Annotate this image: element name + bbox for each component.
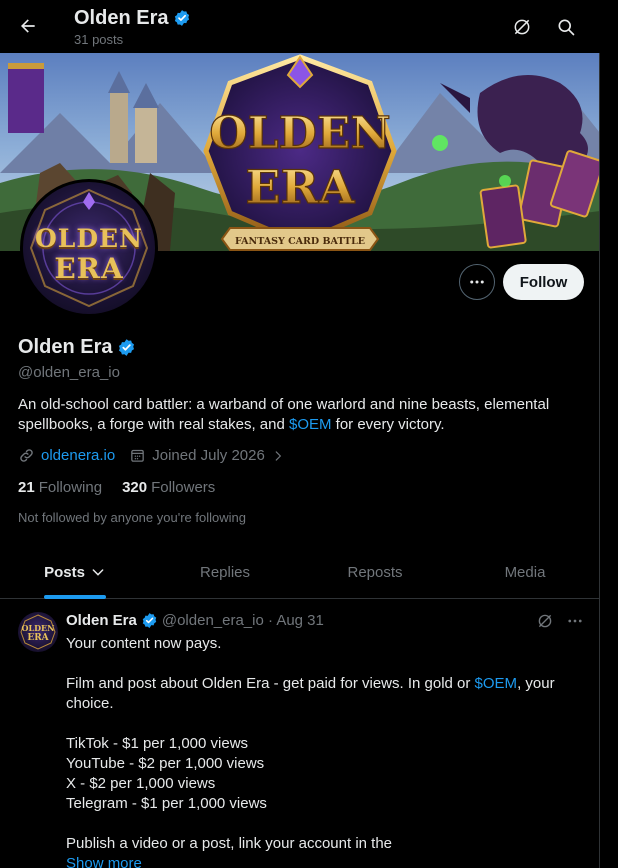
- followers-label: Followers: [151, 479, 216, 496]
- post-avatar[interactable]: OLDEN ERA: [18, 612, 58, 652]
- verified-badge-icon[interactable]: [117, 338, 136, 357]
- search-button[interactable]: [551, 12, 581, 42]
- avatar-text-1: OLDEN: [35, 224, 143, 253]
- tab-active-indicator: [44, 595, 106, 599]
- post-avatar-text-2: ERA: [27, 633, 49, 643]
- profile-handle: @olden_era_io: [18, 364, 120, 381]
- post-line: choice.: [66, 695, 114, 712]
- followers-count: 320: [122, 479, 148, 496]
- verified-badge-icon: [142, 613, 157, 628]
- tab-media-label: Media: [504, 563, 546, 581]
- profile-name-row: Olden Era: [18, 336, 136, 359]
- grok-icon: [514, 19, 530, 35]
- more-icon: [568, 619, 582, 623]
- banner-title-2: ERA: [246, 160, 356, 214]
- post-author-name[interactable]: Olden Era: [66, 612, 137, 629]
- post-line: Your content now pays.: [66, 635, 222, 652]
- tab-replies[interactable]: Replies: [150, 546, 300, 598]
- post-more-button[interactable]: [566, 612, 584, 635]
- avatar-image: OLDEN ERA: [23, 182, 155, 314]
- profile-avatar[interactable]: OLDEN ERA: [20, 179, 158, 317]
- more-icon: [470, 280, 484, 284]
- following-count: 21: [18, 479, 35, 496]
- followers-link[interactable]: 320 Followers: [122, 479, 215, 496]
- link-icon: [20, 449, 33, 462]
- website-link[interactable]: oldenera.io: [41, 447, 115, 464]
- following-label: Following: [38, 479, 103, 496]
- post-avatar-image: OLDEN ERA: [20, 614, 56, 650]
- show-more-link[interactable]: Show more: [66, 854, 586, 868]
- calendar-icon: [131, 449, 145, 462]
- profile-name: Olden Era: [18, 336, 113, 358]
- verified-badge-icon: [175, 10, 190, 26]
- post-blank: [66, 814, 586, 834]
- post-cashtag-link[interactable]: $OEM: [475, 675, 518, 692]
- profile-stats: 21 Following 320 Followers: [18, 479, 215, 496]
- header-title: Olden Era: [74, 5, 191, 31]
- post-line: Publish a video or a post, link your acc…: [66, 835, 393, 852]
- back-arrow-icon: [21, 19, 35, 33]
- column-divider: [599, 0, 600, 868]
- post-body[interactable]: Your content now pays. Film and post abo…: [66, 634, 586, 868]
- post-rate-line: YouTube - $2 per 1,000 views: [66, 755, 265, 772]
- post-line: Film and post about Olden Era - get paid…: [66, 674, 586, 694]
- banner-ribbon-text: FANTASY CARD BATTLE: [235, 236, 365, 247]
- not-followed-note: Not followed by anyone you're following: [18, 510, 246, 525]
- profile-bio: An old-school card battler: a warband of…: [18, 395, 588, 435]
- post-rate-line: Telegram - $1 per 1,000 views: [66, 795, 267, 812]
- follow-button[interactable]: Follow: [503, 264, 584, 300]
- tab-posts-label: Posts: [44, 563, 85, 581]
- post-blank: [66, 714, 586, 734]
- header-name: Olden Era: [74, 7, 169, 29]
- post-text: Film and post about Olden Era - get paid…: [66, 675, 475, 692]
- avatar-text-2: ERA: [54, 252, 124, 285]
- profile-meta: oldenera.io Joined July 2026: [18, 447, 285, 464]
- chevron-down-icon: [92, 569, 104, 576]
- tab-replies-label: Replies: [199, 563, 251, 581]
- bio-text: An old-school card battler: a warband of…: [18, 396, 550, 433]
- chevron-right-icon: [275, 450, 281, 461]
- post-actions-top: [536, 612, 584, 635]
- profile-page: Olden Era 31 posts FANTASY CARD BATTLE O…: [0, 0, 618, 868]
- header-post-count: 31 posts: [74, 32, 124, 47]
- joined-item[interactable]: Joined July 2026: [129, 447, 285, 464]
- post-rate-line: TikTok - $1 per 1,000 views: [66, 735, 249, 752]
- search-icon: [558, 19, 575, 36]
- banner-title-1: OLDEN: [209, 108, 390, 159]
- post-avatar-text-1: OLDEN: [22, 623, 55, 633]
- tab-media[interactable]: Media: [450, 546, 600, 598]
- grok-button[interactable]: [507, 12, 537, 42]
- post-header: Olden Era @olden_era_io · Aug 31: [66, 612, 324, 629]
- joined-date: Joined July 2026: [152, 447, 265, 464]
- bio-text-end: for every victory.: [331, 416, 445, 433]
- bio-cashtag-link[interactable]: $OEM: [289, 416, 332, 433]
- post-grok-button[interactable]: [536, 612, 554, 635]
- tab-reposts-label: Reposts: [347, 563, 403, 581]
- website-item: oldenera.io: [18, 447, 115, 464]
- tab-reposts[interactable]: Reposts: [300, 546, 450, 598]
- post-handle-date[interactable]: @olden_era_io · Aug 31: [162, 612, 324, 629]
- profile-tabs: Posts Replies Reposts Media: [0, 546, 600, 599]
- more-options-button[interactable]: [459, 264, 495, 300]
- post-text: , your: [517, 675, 555, 692]
- post-rate-line: X - $2 per 1,000 views: [66, 775, 216, 792]
- back-button[interactable]: [12, 10, 44, 42]
- top-bar: Olden Era 31 posts: [0, 0, 600, 53]
- following-link[interactable]: 21 Following: [18, 479, 102, 496]
- grok-icon: [538, 614, 552, 628]
- tab-posts[interactable]: Posts: [0, 546, 150, 599]
- post-blank: [66, 654, 586, 674]
